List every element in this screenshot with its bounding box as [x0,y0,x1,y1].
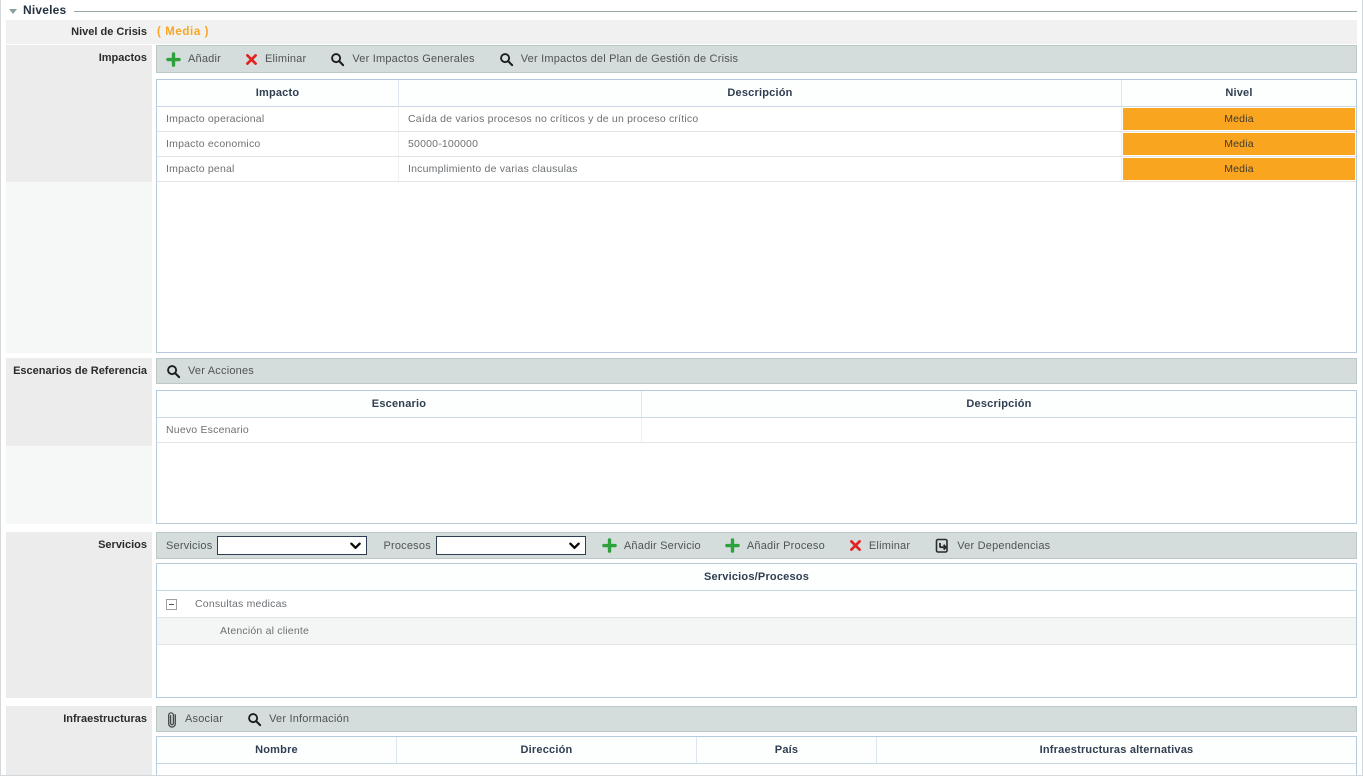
servicios-select[interactable] [217,536,367,555]
nivel-badge: Media [1123,158,1355,180]
search-icon [330,52,345,67]
nivel-badge: Media [1123,133,1355,155]
anadir-impacto-button[interactable]: Añadir [166,52,221,67]
impactos-table-header: Impacto Descripción Nivel [157,80,1356,107]
search-icon [499,52,514,67]
anadir-servicio-button[interactable]: Añadir Servicio [602,538,701,553]
infraestructuras-section: Infraestructuras Asociar Ver Información… [6,706,1357,776]
ver-dependencias-button[interactable]: Ver Dependencias [934,538,1050,554]
eliminar-servicio-button[interactable]: Eliminar [849,539,910,552]
tree-row-proceso[interactable]: Atención al cliente [157,618,1356,645]
escenarios-section: Escenarios de Referencia Ver Acciones Es… [6,358,1357,524]
table-row[interactable]: Impacto penal Incumplimiento de varias c… [157,157,1356,182]
plus-icon [166,52,181,67]
legend-rule [74,11,1357,12]
servicios-table-header: Servicios/Procesos [157,564,1356,591]
ver-impactos-generales-button[interactable]: Ver Impactos Generales [330,52,474,67]
minus-box-icon[interactable] [166,599,177,610]
impactos-label: Impactos [6,45,152,182]
escenarios-toolbar: Ver Acciones [156,358,1357,384]
procesos-select[interactable] [436,536,586,555]
search-icon [247,712,262,727]
column-header-nombre: Nombre [157,737,397,763]
procesos-select-label: Procesos [383,540,430,552]
column-header-escenario: Escenario [157,391,642,417]
panel-header: Niveles [6,0,1357,20]
infraestructuras-table-header: Nombre Dirección País Infraestructuras a… [157,737,1356,764]
impactos-table: Impacto Descripción Nivel Impacto operac… [156,79,1357,353]
tree-row-servicio[interactable]: Consultas medicas [157,591,1356,618]
x-icon [245,53,258,66]
impactos-toolbar: Añadir Eliminar Ver Impactos Generales V… [156,45,1357,73]
anadir-proceso-button[interactable]: Añadir Proceso [725,538,825,553]
crisis-level-row: Nivel de Crisis ( Media ) [6,20,1357,44]
column-header-nivel: Nivel [1122,80,1356,106]
triangle-down-icon[interactable] [9,9,17,14]
column-header-impacto: Impacto [157,80,399,106]
chevron-down-icon [569,542,580,550]
infraestructuras-toolbar: Asociar Ver Información [156,706,1357,732]
table-row[interactable]: Nuevo Escenario [157,418,1356,443]
nivel-badge: Media [1123,108,1355,130]
crisis-level-value: ( Media ) [157,26,209,38]
column-header-descripcion: Descripción [642,391,1356,417]
column-header-servicios-procesos: Servicios/Procesos [157,564,1356,590]
ver-informacion-button[interactable]: Ver Información [247,712,349,727]
plus-icon [725,538,740,553]
paperclip-icon [166,711,178,728]
niveles-panel: Niveles Nivel de Crisis ( Media ) Impact… [0,0,1363,776]
chevron-down-icon [350,542,361,550]
escenarios-table: Escenario Descripción Nuevo Escenario [156,390,1357,524]
table-row[interactable]: Impacto operacional Caída de varios proc… [157,107,1356,132]
column-header-descripcion: Descripción [399,80,1122,106]
x-icon [849,539,862,552]
search-icon [166,364,181,379]
servicios-table: Servicios/Procesos Consultas medicas Ate… [156,563,1357,698]
servicios-label: Servicios [6,532,152,698]
asociar-button[interactable]: Asociar [166,711,223,728]
impactos-section: Impactos Añadir Eliminar Ver Impactos Ge… [6,45,1357,353]
table-row[interactable]: Impacto economico 50000-100000 Media [157,132,1356,157]
servicios-section: Servicios Servicios Procesos Añadir Serv… [6,532,1357,698]
infraestructuras-table: Nombre Dirección País Infraestructuras a… [156,736,1357,776]
escenarios-label: Escenarios de Referencia [6,358,152,446]
escenarios-table-header: Escenario Descripción [157,391,1356,418]
servicios-toolbar: Servicios Procesos Añadir Servicio Añadi… [156,532,1357,559]
plus-icon [602,538,617,553]
ver-acciones-button[interactable]: Ver Acciones [166,364,254,379]
ver-impactos-plan-button[interactable]: Ver Impactos del Plan de Gestión de Cris… [499,52,739,67]
servicios-select-label: Servicios [166,540,212,552]
doc-arrow-icon [934,538,950,554]
infraestructuras-label: Infraestructuras [6,706,152,776]
crisis-level-label: Nivel de Crisis [6,26,147,38]
panel-title: Niveles [23,3,66,17]
column-header-direccion: Dirección [397,737,697,763]
column-header-pais: País [697,737,877,763]
eliminar-impacto-button[interactable]: Eliminar [245,53,306,66]
column-header-infra-alternativas: Infraestructuras alternativas [877,737,1356,763]
